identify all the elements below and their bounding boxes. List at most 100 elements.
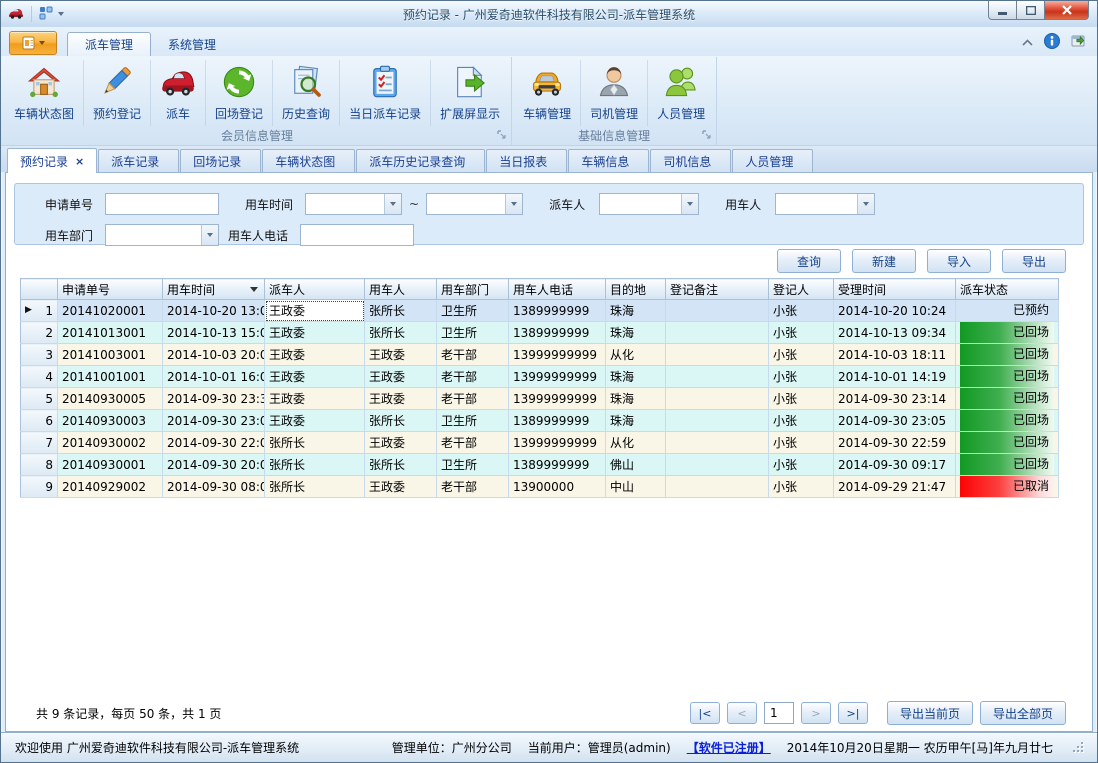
cell-accept-time[interactable]: 2014-09-29 21:47 <box>834 476 956 498</box>
resize-grip[interactable] <box>1073 742 1085 754</box>
use-time-to-combo[interactable] <box>426 193 523 215</box>
table-row[interactable]: ▶1 20141020001 2014-10-20 13:00 王政委 张所长 … <box>21 300 1059 322</box>
document-tab[interactable]: 派车记录 <box>98 149 179 172</box>
table-row[interactable]: 7 20140930002 2014-09-30 22:00 张所长 王政委 老… <box>21 432 1059 454</box>
document-tab[interactable]: 回场记录 <box>180 149 261 172</box>
cell-order-no[interactable]: 20140929002 <box>58 476 163 498</box>
col-status[interactable]: 派车状态 <box>956 279 1059 300</box>
cell-dispatcher[interactable]: 王政委 <box>265 322 365 344</box>
col-destination[interactable]: 目的地 <box>606 279 666 300</box>
cell-dept[interactable]: 卫生所 <box>437 322 509 344</box>
cell-remark[interactable] <box>666 388 769 410</box>
document-tab[interactable]: 预约记录× <box>7 148 97 173</box>
cell-destination[interactable]: 中山 <box>606 476 666 498</box>
dispatcher-combo[interactable] <box>599 193 699 215</box>
cell-status[interactable]: 已回场 <box>956 432 1059 454</box>
cell-dispatcher[interactable]: 张所长 <box>265 454 365 476</box>
close-tab-icon[interactable]: × <box>75 155 84 168</box>
user-combo[interactable] <box>775 193 875 215</box>
cell-use-time[interactable]: 2014-09-30 23:00 <box>163 410 265 432</box>
cell-status[interactable]: 已回场 <box>956 454 1059 476</box>
last-page-button[interactable]: >| <box>838 702 868 724</box>
first-page-button[interactable]: |< <box>690 702 720 724</box>
order-no-input[interactable] <box>105 193 219 215</box>
cell-order-no[interactable]: 20140930003 <box>58 410 163 432</box>
history-query-button[interactable]: 历史查询 <box>272 60 339 126</box>
maximize-button[interactable] <box>1017 1 1044 20</box>
cell-status[interactable]: 已回场 <box>956 344 1059 366</box>
prev-page-button[interactable]: < <box>727 702 757 724</box>
chevron-down-icon[interactable] <box>505 194 522 214</box>
cell-use-time[interactable]: 2014-09-30 08:00 <box>163 476 265 498</box>
cell-dept[interactable]: 卫生所 <box>437 300 509 322</box>
cell-remark[interactable] <box>666 366 769 388</box>
cell-destination[interactable]: 从化 <box>606 344 666 366</box>
col-phone[interactable]: 用车人电话 <box>509 279 606 300</box>
cell-accept-time[interactable]: 2014-10-01 14:19 <box>834 366 956 388</box>
cell-registrar[interactable]: 小张 <box>769 432 834 454</box>
dialog-launcher-icon[interactable] <box>497 128 506 142</box>
cell-order-no[interactable]: 20140930002 <box>58 432 163 454</box>
cell-dispatcher[interactable]: 王政委 <box>265 344 365 366</box>
cell-order-no[interactable]: 20141020001 <box>58 300 163 322</box>
cell-phone[interactable]: 13900000 <box>509 476 606 498</box>
cell-user[interactable]: 王政委 <box>365 388 437 410</box>
cell-dispatcher[interactable]: 张所长 <box>265 476 365 498</box>
ribbon-tab-system[interactable]: 系统管理 <box>151 32 233 56</box>
extended-screen-button[interactable]: 扩展屏显示 <box>430 60 509 126</box>
cell-status[interactable]: 已回场 <box>956 388 1059 410</box>
cell-use-time[interactable]: 2014-10-03 20:00 <box>163 344 265 366</box>
cell-registrar[interactable]: 小张 <box>769 476 834 498</box>
cell-dispatcher[interactable]: 王政委 <box>265 388 365 410</box>
cell-use-time[interactable]: 2014-10-13 15:00 <box>163 322 265 344</box>
col-dispatcher[interactable]: 派车人 <box>265 279 365 300</box>
cell-remark[interactable] <box>666 454 769 476</box>
personnel-management-button[interactable]: 人员管理 <box>647 60 714 126</box>
minimize-button[interactable] <box>988 1 1017 20</box>
import-button[interactable]: 导入 <box>927 249 991 273</box>
cell-dept[interactable]: 老干部 <box>437 476 509 498</box>
return-register-button[interactable]: 回场登记 <box>205 60 272 126</box>
col-use-time[interactable]: 用车时间 <box>163 279 265 300</box>
query-button[interactable]: 查询 <box>777 249 841 273</box>
sort-arrow-icon[interactable] <box>250 287 258 292</box>
vehicle-status-map-button[interactable]: 车辆状态图 <box>5 60 83 126</box>
table-row[interactable]: 9 20140929002 2014-09-30 08:00 张所长 王政委 老… <box>21 476 1059 498</box>
table-row[interactable]: 4 20141001001 2014-10-01 16:00 王政委 王政委 老… <box>21 366 1059 388</box>
export-current-page-button[interactable]: 导出当前页 <box>887 701 973 725</box>
cell-dept[interactable]: 卫生所 <box>437 454 509 476</box>
cell-order-no[interactable]: 20141003001 <box>58 344 163 366</box>
export-all-pages-button[interactable]: 导出全部页 <box>980 701 1066 725</box>
ribbon-tab-dispatch[interactable]: 派车管理 <box>67 32 151 56</box>
cell-accept-time[interactable]: 2014-09-30 23:05 <box>834 410 956 432</box>
cell-accept-time[interactable]: 2014-09-30 23:14 <box>834 388 956 410</box>
table-row[interactable]: 6 20140930003 2014-09-30 23:00 王政委 张所长 卫… <box>21 410 1059 432</box>
table-row[interactable]: 8 20140930001 2014-09-30 20:00 张所长 张所长 卫… <box>21 454 1059 476</box>
document-tab[interactable]: 人员管理 <box>732 149 813 172</box>
cell-dispatcher[interactable]: 王政委 <box>265 410 365 432</box>
reservation-register-button[interactable]: 预约登记 <box>83 60 150 126</box>
cell-use-time[interactable]: 2014-10-01 16:00 <box>163 366 265 388</box>
cell-remark[interactable] <box>666 410 769 432</box>
page-input[interactable] <box>764 702 794 724</box>
cell-accept-time[interactable]: 2014-10-03 18:11 <box>834 344 956 366</box>
cell-dispatcher[interactable]: 王政委 <box>265 366 365 388</box>
cell-destination[interactable]: 佛山 <box>606 454 666 476</box>
quick-access-dropdown-icon[interactable] <box>58 12 64 16</box>
cell-dept[interactable]: 老干部 <box>437 388 509 410</box>
cell-user[interactable]: 张所长 <box>365 300 437 322</box>
phone-input[interactable] <box>300 224 414 246</box>
cell-destination[interactable]: 珠海 <box>606 410 666 432</box>
cell-user[interactable]: 王政委 <box>365 366 437 388</box>
cell-remark[interactable] <box>666 476 769 498</box>
cell-remark[interactable] <box>666 344 769 366</box>
cell-dispatcher[interactable]: 王政委 <box>265 300 365 322</box>
cell-use-time[interactable]: 2014-09-30 23:30 <box>163 388 265 410</box>
cell-status[interactable]: 已取消 <box>956 476 1059 498</box>
dept-combo[interactable] <box>105 224 219 246</box>
cell-user[interactable]: 王政委 <box>365 432 437 454</box>
cell-remark[interactable] <box>666 300 769 322</box>
cell-status[interactable]: 已回场 <box>956 366 1059 388</box>
cell-order-no[interactable]: 20141013001 <box>58 322 163 344</box>
cell-destination[interactable]: 珠海 <box>606 366 666 388</box>
